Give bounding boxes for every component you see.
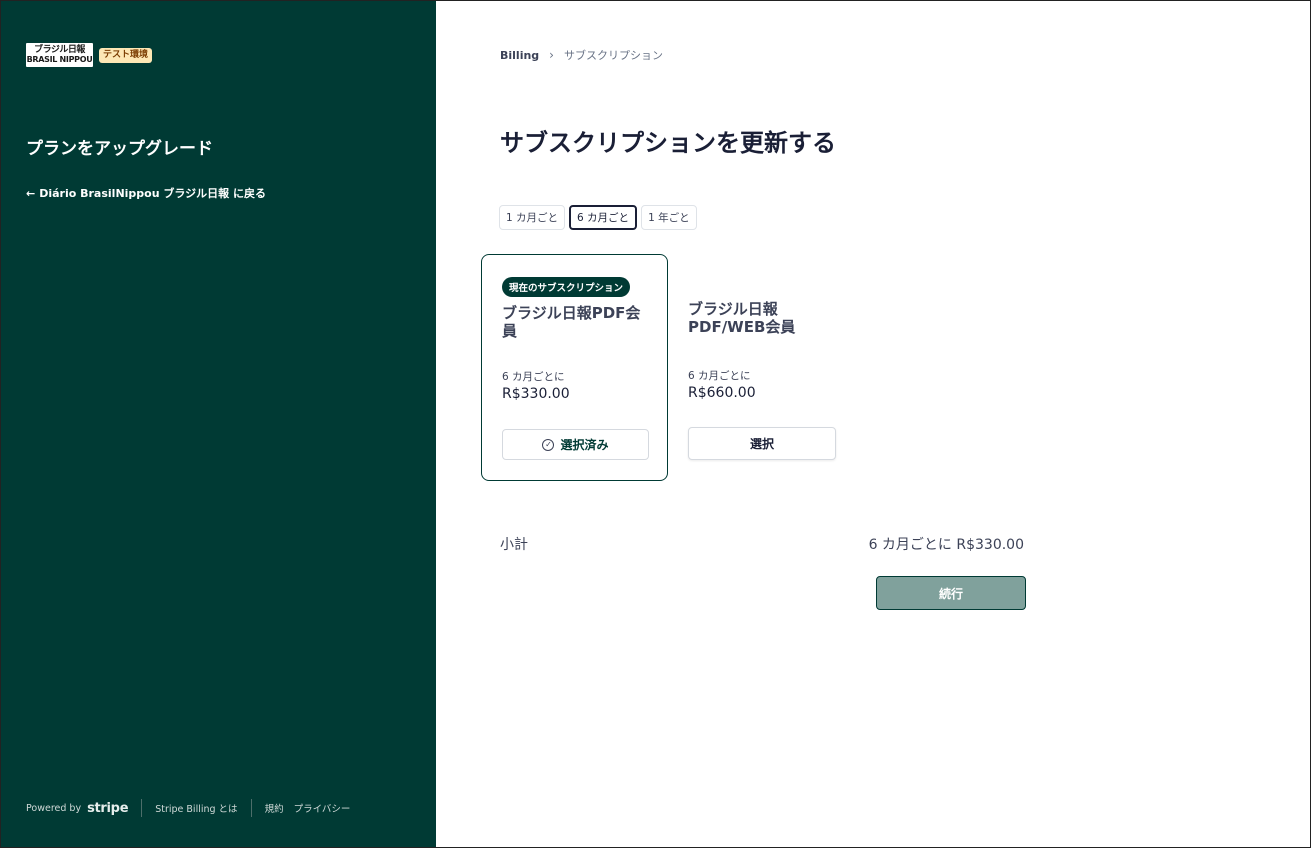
- interval-six-months[interactable]: 6 カ月ごと: [569, 205, 638, 230]
- powered-by-stripe[interactable]: Powered by stripe: [26, 800, 129, 816]
- back-link[interactable]: ← Diário BrasilNippou ブラジル日報 に戻る: [26, 185, 266, 201]
- sidebar-title: プランをアップグレード: [26, 139, 213, 159]
- footer-divider: [250, 799, 252, 817]
- interval-yearly[interactable]: 1 年ごと: [641, 205, 697, 230]
- arrow-left-icon: ←: [26, 186, 36, 200]
- plan-card-current: 現在のサブスクリプション ブラジル日報PDF会員 6 カ月ごとに R$330.0…: [481, 254, 668, 481]
- back-link-label: Diário BrasilNippou ブラジル日報 に戻る: [39, 187, 266, 200]
- breadcrumb: Billing › サブスクリプション: [500, 47, 663, 63]
- test-mode-badge: テスト環境: [99, 47, 153, 63]
- powered-by-label: Powered by: [26, 802, 82, 814]
- brand: ブラジル日報 BRASIL NIPPOU テスト環境: [26, 43, 153, 67]
- sidebar-footer: Powered by stripe Stripe Billing とは 規約 プ…: [26, 799, 350, 817]
- brasil-nippou-logo: ブラジル日報 BRASIL NIPPOU: [26, 43, 93, 67]
- continue-button[interactable]: 続行: [876, 576, 1026, 610]
- selected-button-label: 選択済み: [560, 438, 609, 452]
- stripe-billing-link[interactable]: Stripe Billing とは: [155, 801, 237, 815]
- app-window: ブラジル日報 BRASIL NIPPOU テスト環境 プランをアップグレード ←…: [0, 0, 1311, 848]
- selected-button[interactable]: ✓ 選択済み: [502, 429, 649, 460]
- page-title: サブスクリプションを更新する: [500, 129, 836, 157]
- interval-selector: 1 カ月ごと 6 カ月ごと 1 年ごと: [499, 205, 697, 230]
- logo-line1: ブラジル日報: [34, 45, 85, 55]
- check-circle-icon: ✓: [542, 438, 555, 451]
- footer-divider: [141, 799, 143, 817]
- plan-name: ブラジル日報PDF会員: [502, 304, 641, 340]
- plan-price: R$330.00: [502, 386, 570, 402]
- plan-interval: 6 カ月ごとに: [688, 370, 751, 382]
- terms-link[interactable]: 規約: [265, 801, 284, 815]
- breadcrumb-billing[interactable]: Billing: [500, 49, 539, 62]
- plan-name: ブラジル日報 PDF/WEB会員: [688, 300, 796, 336]
- logo-line2: BRASIL NIPPOU: [26, 55, 93, 64]
- breadcrumb-current: サブスクリプション: [563, 49, 663, 62]
- sidebar: ブラジル日報 BRASIL NIPPOU テスト環境 プランをアップグレード ←…: [1, 1, 436, 847]
- select-button-label: 選択: [749, 437, 774, 451]
- current-subscription-badge: 現在のサブスクリプション: [502, 277, 631, 297]
- privacy-link[interactable]: プライバシー: [294, 801, 351, 815]
- plan-price: R$660.00: [688, 385, 756, 401]
- subtotal-value: 6 カ月ごとに R$330.00: [868, 537, 1024, 553]
- plan-card-other: ブラジル日報 PDF/WEB会員 6 カ月ごとに R$660.00 選択: [668, 254, 855, 481]
- plan-interval: 6 カ月ごとに: [502, 371, 565, 383]
- interval-monthly[interactable]: 1 カ月ごと: [499, 205, 566, 230]
- main-content: Billing › サブスクリプション サブスクリプションを更新する 1 カ月ご…: [436, 1, 1310, 847]
- stripe-logo: stripe: [87, 800, 129, 816]
- chevron-right-icon: ›: [549, 48, 554, 62]
- subtotal-label: 小計: [500, 537, 528, 553]
- select-button[interactable]: 選択: [688, 427, 836, 460]
